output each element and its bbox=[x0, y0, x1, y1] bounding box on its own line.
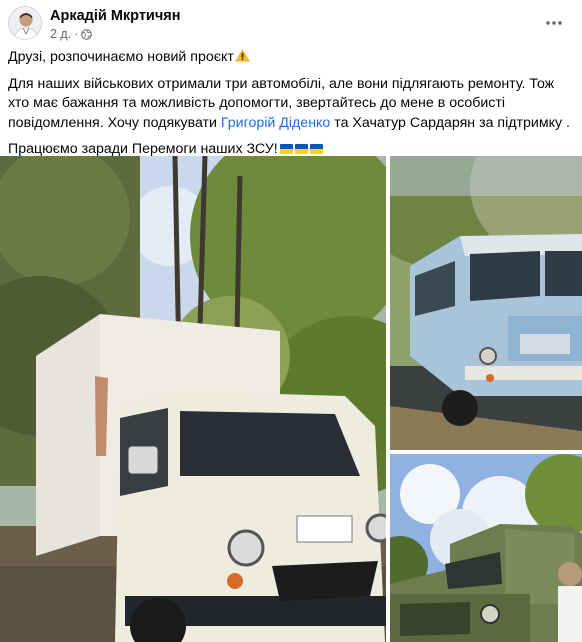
more-options-icon[interactable] bbox=[542, 11, 566, 35]
globe-icon[interactable] bbox=[81, 28, 93, 40]
post-line-1-text: Друзі, розпочинаємо новий проєкт bbox=[8, 49, 234, 65]
photo-green-military-truck[interactable] bbox=[390, 454, 582, 642]
warning-icon bbox=[234, 49, 250, 62]
mention-link[interactable]: Григорій Діденко bbox=[221, 115, 330, 131]
post-line-1: Друзі, розпочинаємо новий проєкт bbox=[8, 48, 574, 68]
photo-grid bbox=[0, 156, 582, 642]
post-time[interactable]: 2 д. bbox=[50, 27, 71, 41]
post-meta: 2 д. · bbox=[50, 27, 93, 41]
photo-blue-bus[interactable] bbox=[390, 156, 582, 450]
ukraine-flag-icon bbox=[309, 144, 323, 154]
ukraine-flag-icon bbox=[279, 144, 293, 154]
post-line-3-text: Працюємо заради Перемоги наших ЗСУ! bbox=[8, 141, 278, 157]
post-paragraph-2: Для наших військових отримали три автомо… bbox=[8, 75, 574, 134]
author-avatar[interactable] bbox=[8, 6, 42, 40]
avatar-image bbox=[9, 7, 41, 39]
post-header: Аркадій Мкртичян 2 д. · bbox=[0, 0, 582, 46]
ukraine-flag-icon bbox=[294, 144, 308, 154]
post-text: Друзі, розпочинаємо новий проєкт Для наш… bbox=[8, 48, 574, 160]
author-name[interactable]: Аркадій Мкртичян bbox=[50, 8, 180, 24]
post-paragraph-2-end: та Хачатур Сардарян за підтримку . bbox=[330, 114, 570, 131]
photo-white-box-truck[interactable] bbox=[0, 156, 386, 642]
